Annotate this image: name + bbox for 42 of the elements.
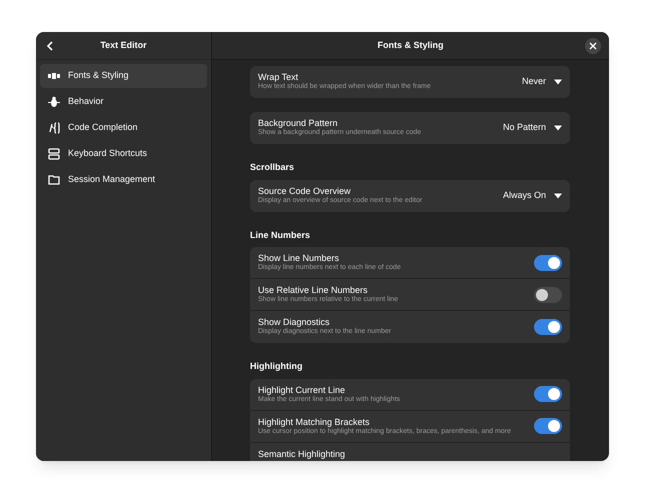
sidebar-title: Text Editor	[100, 38, 147, 52]
code-brackets-icon	[48, 122, 60, 134]
sidebar-item[interactable]: Fonts & Styling	[40, 64, 207, 88]
section-heading: Line Numbers	[250, 228, 312, 242]
toggle-switch[interactable]	[534, 286, 562, 302]
caret-icon	[554, 79, 562, 85]
toggle-switch[interactable]	[534, 418, 562, 434]
caret-icon	[554, 192, 562, 198]
sidebar-item[interactable]: Keyboard Shortcuts	[40, 142, 207, 166]
row-title: Show Diagnostics	[258, 317, 331, 328]
dropdown-button[interactable]: No Pattern	[502, 121, 562, 135]
sidebar-item-label: Keyboard Shortcuts	[68, 147, 148, 160]
row-title: Background Pattern	[258, 118, 339, 129]
toggle-switch[interactable]	[534, 319, 562, 335]
row-title: Highlight Matching Brackets	[258, 416, 371, 427]
row-title: Source Code Overview	[258, 186, 352, 196]
toggle-switch[interactable]	[534, 254, 562, 270]
close-icon	[589, 42, 597, 50]
dropdown-button[interactable]: Always On	[502, 188, 562, 202]
row-title: Show Line Numbers	[258, 253, 340, 264]
sidebar-item[interactable]: Session Management	[40, 168, 207, 192]
row-title: Wrap Text	[258, 72, 300, 82]
section-heading: Scrollbars	[250, 161, 296, 174]
sidebar-item-label: Behavior	[68, 95, 104, 108]
fonts-icon	[48, 70, 60, 82]
sidebar-item-label: Code Completion	[68, 121, 138, 134]
row-title: Highlight Current Line	[258, 384, 346, 395]
row-title: Use Relative Line Numbers	[258, 285, 369, 296]
toggle-switch[interactable]	[534, 386, 562, 402]
caret-icon	[554, 125, 562, 131]
close-button[interactable]	[585, 38, 601, 54]
sidebar-item[interactable]: Behavior	[40, 90, 207, 114]
bug-icon	[48, 96, 60, 108]
sidebar-item-label: Fonts & Styling	[68, 69, 129, 82]
dropdown-button[interactable]: Never	[522, 75, 562, 89]
row-title: Semantic Highlighting	[258, 448, 346, 460]
sidebar-item-label: Session Management	[68, 173, 156, 186]
keyboard-icon	[48, 148, 60, 160]
sidebar-item[interactable]: Code Completion	[40, 116, 207, 140]
section-heading: Highlighting	[250, 360, 304, 373]
folder-icon	[48, 174, 60, 186]
window-title: Fonts & Styling	[378, 38, 444, 52]
